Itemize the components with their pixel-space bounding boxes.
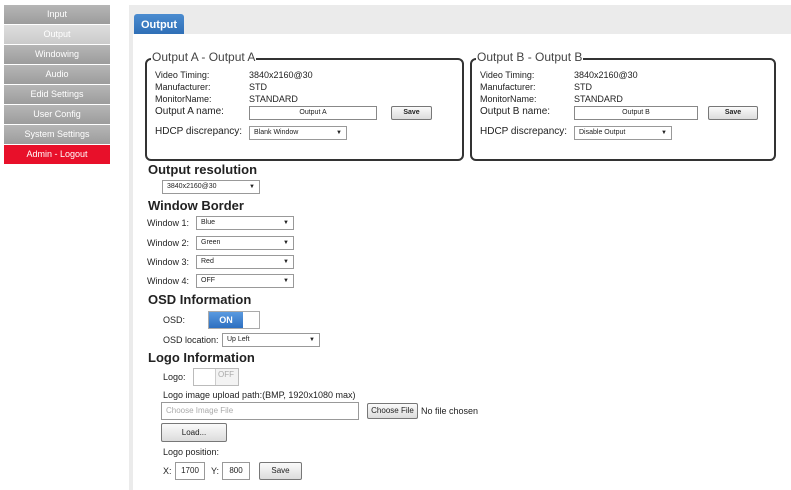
logo-toggle-knob <box>194 369 216 385</box>
output-resolution-title: Output resolution <box>148 162 258 177</box>
window-2-border-value: Green <box>201 239 221 246</box>
chevron-down-icon: ▼ <box>283 220 289 226</box>
window-1-label: Window 1: <box>147 218 190 228</box>
chevron-down-icon: ▼ <box>309 337 315 343</box>
output-b-name-input[interactable]: Output B <box>574 106 698 120</box>
video-timing-value: 3840x2160@30 <box>249 70 313 80</box>
manufacturer-label: Manufacturer: <box>155 82 211 92</box>
window-4-border-select[interactable]: OFF ▼ <box>196 274 294 288</box>
sidebar-item-edid-settings[interactable]: Edid Settings <box>4 85 110 104</box>
sidebar-item-audio[interactable]: Audio <box>4 65 110 84</box>
logo-save-button[interactable]: Save <box>259 462 302 480</box>
window-3-label: Window 3: <box>147 257 190 267</box>
output-b-save-button[interactable]: Save <box>708 106 758 120</box>
video-timing-value: 3840x2160@30 <box>574 70 638 80</box>
sidebar-item-input[interactable]: Input <box>4 5 110 24</box>
logo-toggle-state: OFF <box>218 370 234 379</box>
logo-y-input[interactable]: 800 <box>222 462 250 480</box>
output-a-title: Output A - Output A <box>151 50 257 64</box>
output-name-label: Output A name: <box>155 106 224 117</box>
chevron-down-icon: ▼ <box>283 240 289 246</box>
window-1-border-value: Blue <box>201 219 216 226</box>
page-title: Output <box>134 14 185 36</box>
chevron-down-icon: ▼ <box>336 130 342 136</box>
output-a-panel: Output A - Output A Video Timing: 3840x21… <box>145 50 464 161</box>
output-a-manufacturer-row: Manufacturer: STD <box>155 82 267 92</box>
output-a-hdcp-label: HDCP discrepancy: <box>155 126 243 137</box>
main-panel: Output Output A - Output A Video Timing:… <box>129 5 791 490</box>
window-2-label: Window 2: <box>147 238 190 248</box>
output-a-video-timing-row: Video Timing: 3840x2160@30 <box>155 70 313 80</box>
chevron-down-icon: ▼ <box>249 184 255 190</box>
osd-label: OSD: <box>163 315 186 325</box>
window-4-label: Window 4: <box>147 276 190 286</box>
window-1-border-select[interactable]: Blue ▼ <box>196 216 294 230</box>
hdcp-selected-value: Disable Output <box>579 129 626 136</box>
video-timing-label: Video Timing: <box>480 70 535 80</box>
output-b-manufacturer-row: Manufacturer: STD <box>480 82 592 92</box>
logo-upload-path-label: Logo image upload path:(BMP, 1920x1080 m… <box>163 390 356 400</box>
osd-toggle[interactable]: ON <box>208 311 260 329</box>
monitor-name-label: MonitorName: <box>155 94 212 104</box>
output-a-hdcp-select[interactable]: Blank Window ▼ <box>249 126 347 140</box>
window-4-border-value: OFF <box>201 277 215 284</box>
logo-x-input[interactable]: 1700 <box>175 462 205 480</box>
output-b-hdcp-label: HDCP discrepancy: <box>480 126 568 137</box>
osd-location-value: Up Left <box>227 336 250 343</box>
no-file-chosen-text: No file chosen <box>421 406 479 416</box>
logo-y-label: Y: <box>211 466 220 476</box>
output-b-panel: Output B - Output B Video Timing: 3840x21… <box>470 50 776 161</box>
chevron-down-icon: ▼ <box>283 259 289 265</box>
sidebar-item-admin-logout[interactable]: Admin - Logout <box>4 145 110 164</box>
monitor-name-value: STANDARD <box>249 94 298 104</box>
sidebar-item-windowing[interactable]: Windowing <box>4 45 110 64</box>
sidebar-item-output[interactable]: Output <box>4 25 110 44</box>
sidebar: Input Output Windowing Audio Edid Settin… <box>4 5 110 165</box>
window-2-border-select[interactable]: Green ▼ <box>196 236 294 250</box>
resolution-selected-value: 3840x2160@30 <box>167 183 217 190</box>
output-name-label: Output B name: <box>480 106 551 117</box>
osd-toggle-state: ON <box>209 312 243 328</box>
manufacturer-label: Manufacturer: <box>480 82 536 92</box>
main-body: Output A - Output A Video Timing: 3840x21… <box>133 34 791 490</box>
window-3-border-value: Red <box>201 258 214 265</box>
chevron-down-icon: ▼ <box>661 130 667 136</box>
output-b-hdcp-select[interactable]: Disable Output ▼ <box>574 126 672 140</box>
logo-information-title: Logo Information <box>148 350 255 365</box>
manufacturer-value: STD <box>574 82 592 92</box>
manufacturer-value: STD <box>249 82 267 92</box>
logo-label: Logo: <box>163 372 186 382</box>
sidebar-item-user-config[interactable]: User Config <box>4 105 110 124</box>
logo-file-path-input[interactable]: Choose Image File <box>161 402 359 420</box>
logo-position-label: Logo position: <box>163 447 220 457</box>
output-b-video-timing-row: Video Timing: 3840x2160@30 <box>480 70 638 80</box>
output-a-monitor-name-row: MonitorName: STANDARD <box>155 94 298 104</box>
hdcp-selected-value: Blank Window <box>254 129 299 136</box>
logo-x-label: X: <box>163 466 172 476</box>
osd-information-title: OSD Information <box>148 292 252 307</box>
monitor-name-value: STANDARD <box>574 94 623 104</box>
sidebar-item-system-settings[interactable]: System Settings <box>4 125 110 144</box>
output-a-name-label: Output A name: <box>155 106 249 117</box>
video-timing-label: Video Timing: <box>155 70 210 80</box>
output-b-title: Output B - Output B <box>476 50 584 64</box>
osd-location-label: OSD location: <box>163 335 219 345</box>
window-3-border-select[interactable]: Red ▼ <box>196 255 294 269</box>
logo-toggle[interactable]: OFF <box>193 368 239 386</box>
output-b-name-label: Output B name: <box>480 106 574 117</box>
output-b-monitor-name-row: MonitorName: STANDARD <box>480 94 623 104</box>
chevron-down-icon: ▼ <box>283 278 289 284</box>
output-a-save-button[interactable]: Save <box>391 106 432 120</box>
monitor-name-label: MonitorName: <box>480 94 537 104</box>
load-button[interactable]: Load... <box>161 423 227 442</box>
output-resolution-select[interactable]: 3840x2160@30 ▼ <box>162 180 260 194</box>
window-border-title: Window Border <box>148 198 244 213</box>
osd-location-select[interactable]: Up Left ▼ <box>222 333 320 347</box>
choose-file-button[interactable]: Choose File <box>367 403 418 419</box>
output-a-name-input[interactable]: Output A <box>249 106 377 120</box>
